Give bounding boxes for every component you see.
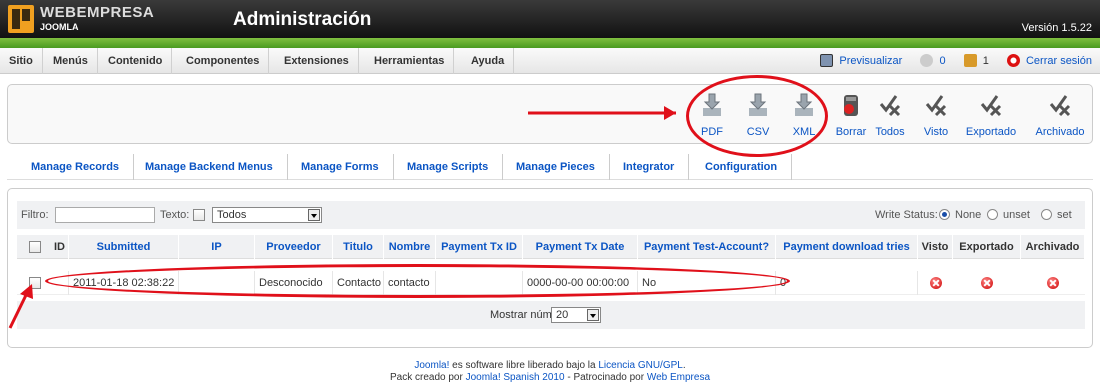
text-filter-label: Texto: xyxy=(160,209,190,221)
col-nombre[interactable]: Nombre xyxy=(384,235,436,259)
footer: Joomla! es software libre liberado bajo … xyxy=(0,360,1100,384)
radio-none[interactable] xyxy=(939,209,950,220)
col-payment-tx-date[interactable]: Payment Tx Date xyxy=(523,235,638,259)
preview-link[interactable]: Previsualizar xyxy=(839,55,902,67)
page-title: Administración xyxy=(233,9,372,30)
footer-line-1: Joomla! es software libre liberado bajo … xyxy=(0,360,1100,372)
visto-status-icon[interactable] xyxy=(930,277,942,289)
col-visto: Visto xyxy=(918,235,953,259)
col-payment-tx-id[interactable]: Payment Tx ID xyxy=(436,235,523,259)
footer-text-1: es software libre liberado bajo la xyxy=(449,360,599,371)
submenu-integrator[interactable]: Integrator xyxy=(623,154,690,180)
footer-line-2: Pack creado por Joomla! Spanish 2010 - P… xyxy=(0,372,1100,384)
submenu-manage-forms[interactable]: Manage Forms xyxy=(301,154,394,180)
filter-bar: Filtro: Texto: Todos Write Status: None … xyxy=(17,201,1085,229)
col-payment-download-tries[interactable]: Payment download tries xyxy=(776,235,918,259)
menu-contenido[interactable]: Contenido xyxy=(99,48,173,74)
menu-extensiones[interactable]: Extensiones xyxy=(275,48,359,74)
users-online-icon xyxy=(963,54,977,67)
radio-unset[interactable] xyxy=(987,209,998,220)
archived-label: Archivado xyxy=(1035,126,1085,138)
mark-exported-button[interactable]: Exportado xyxy=(963,88,1019,142)
component-submenu: Manage Records Manage Backend Menus Mana… xyxy=(7,154,1093,180)
main-menu-bar: Sitio Menús Contenido Componentes Extens… xyxy=(0,48,1100,74)
web-empresa-link[interactable]: Web Empresa xyxy=(647,372,710,383)
table-header: ID Submitted IP Proveedor Titulo Nombre … xyxy=(17,235,1085,259)
menu-sitio[interactable]: Sitio xyxy=(0,48,43,74)
radio-set-label: set xyxy=(1057,209,1072,221)
logout-link[interactable]: Cerrar sesión xyxy=(1026,55,1092,67)
header-status-area: Previsualizar 0 1 Cerrar sesión xyxy=(817,48,1092,74)
col-proveedor[interactable]: Proveedor xyxy=(255,235,333,259)
brand-name: WEBEMPRESA xyxy=(40,4,155,21)
cell-download-tries: 0 xyxy=(776,271,918,295)
check-x-icon xyxy=(925,95,947,117)
webempresa-logo-icon xyxy=(8,5,34,33)
license-link[interactable]: Licencia GNU/GPL xyxy=(598,360,682,371)
version-label: Versión 1.5.22 xyxy=(1021,22,1092,34)
col-id[interactable]: ID xyxy=(51,235,69,259)
mark-archived-button[interactable]: Archivado xyxy=(1032,88,1088,142)
page-size-label: Mostrar núm. xyxy=(490,309,555,321)
menu-menus[interactable]: Menús xyxy=(44,48,98,74)
preview-icon xyxy=(820,54,834,67)
menu-herramientas[interactable]: Herramientas xyxy=(365,48,455,74)
radio-none-label: None xyxy=(955,209,982,221)
chevron-down-icon xyxy=(587,309,599,321)
header-green-bar xyxy=(0,38,1100,48)
text-filter-checkbox[interactable] xyxy=(193,209,205,221)
submenu-manage-scripts[interactable]: Manage Scripts xyxy=(407,154,504,180)
exported-label: Exportado xyxy=(965,126,1017,138)
archivado-status-icon[interactable] xyxy=(1047,277,1059,289)
page-size-select[interactable]: 20 xyxy=(551,307,601,323)
messages-icon xyxy=(920,54,934,67)
top-header: WEBEMPRESA JOOMLA Administración Versión… xyxy=(0,0,1100,38)
brand-subtitle: JOOMLA xyxy=(40,22,79,32)
menu-ayuda[interactable]: Ayuda xyxy=(462,48,515,74)
filter-input[interactable] xyxy=(55,207,155,223)
col-ip[interactable]: IP xyxy=(179,235,255,259)
col-titulo[interactable]: Titulo xyxy=(333,235,384,259)
joomla-link[interactable]: Joomla! xyxy=(414,360,449,371)
col-exportado: Exportado xyxy=(953,235,1021,259)
messages-count[interactable]: 0 xyxy=(939,55,945,67)
col-archivado: Archivado xyxy=(1021,235,1085,259)
col-submitted[interactable]: Submitted xyxy=(69,235,179,259)
exportado-status-icon[interactable] xyxy=(981,277,993,289)
radio-unset-label: unset xyxy=(1003,209,1030,221)
check-x-icon xyxy=(980,95,1002,117)
submenu-manage-records[interactable]: Manage Records xyxy=(31,154,135,180)
check-x-icon xyxy=(879,95,901,117)
toolbar: PDF CSV XML Borrar Todos Visto Exportado… xyxy=(7,84,1093,144)
logout-icon xyxy=(1006,54,1020,67)
page-size-value: 20 xyxy=(556,309,569,321)
mark-seen-button[interactable]: Visto xyxy=(908,88,964,142)
seen-label: Visto xyxy=(923,126,949,138)
footer-period: . xyxy=(682,360,686,371)
radio-set[interactable] xyxy=(1041,209,1052,220)
pagination-bar: Mostrar núm. 20 xyxy=(17,301,1085,329)
joomla-spanish-link[interactable]: Joomla! Spanish 2010 xyxy=(466,372,565,383)
footer-text-2: Pack creado por xyxy=(389,372,466,383)
filter-label: Filtro: xyxy=(21,209,49,221)
menu-componentes[interactable]: Componentes xyxy=(177,48,270,74)
form-select[interactable]: Todos xyxy=(212,207,322,223)
chevron-down-icon xyxy=(308,209,320,221)
select-all-checkbox[interactable] xyxy=(29,241,41,253)
users-online-count[interactable]: 1 xyxy=(983,55,989,67)
submenu-configuration[interactable]: Configuration xyxy=(705,154,793,180)
footer-text-3: - Patrocinado por xyxy=(564,372,647,383)
annotation-ellipse-export xyxy=(686,75,828,157)
trash-icon xyxy=(844,95,858,116)
write-status-label: Write Status: xyxy=(875,209,938,221)
form-select-value: Todos xyxy=(217,209,247,221)
submenu-manage-pieces[interactable]: Manage Pieces xyxy=(516,154,610,180)
submenu-manage-backend-menus[interactable]: Manage Backend Menus xyxy=(145,154,288,180)
annotation-ellipse-row xyxy=(45,264,790,298)
col-payment-test-account[interactable]: Payment Test-Account? xyxy=(638,235,776,259)
check-x-icon xyxy=(1049,95,1071,117)
row-checkbox[interactable] xyxy=(29,277,41,289)
